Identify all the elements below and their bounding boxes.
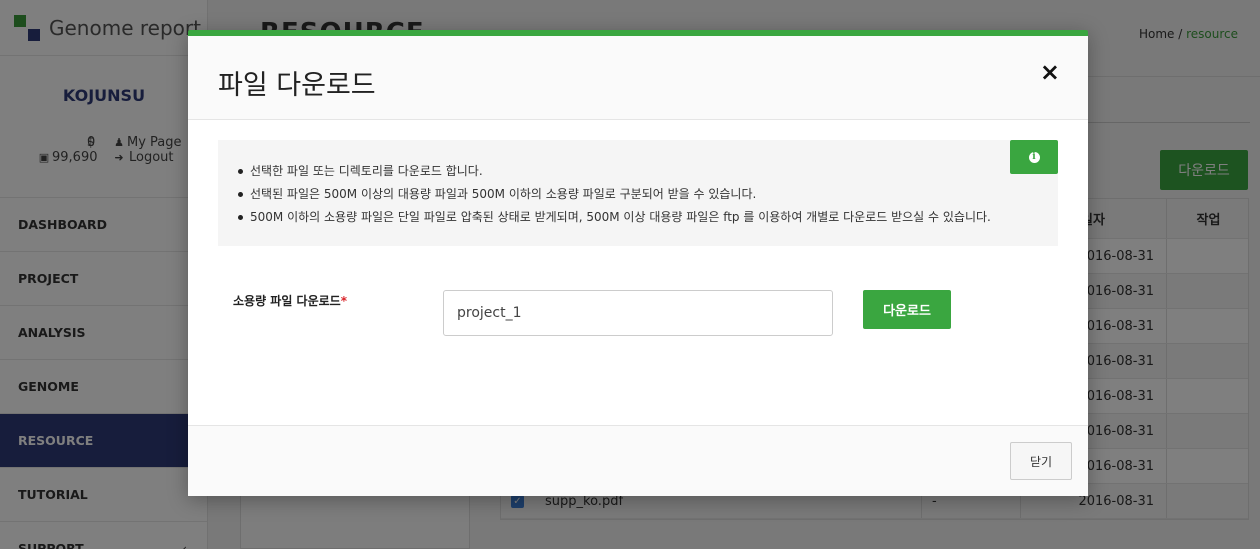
info-icon: i: [1028, 151, 1040, 163]
info-item: 선택된 파일은 500M 이상의 대용량 파일과 500M 이하의 소용량 파일…: [236, 183, 991, 206]
close-icon[interactable]: ×: [1040, 60, 1060, 84]
info-button[interactable]: i: [1010, 140, 1058, 174]
small-file-download-label: 소용량 파일 다운로드*: [233, 292, 347, 309]
modal-footer: 닫기: [188, 425, 1088, 496]
info-box: 선택한 파일 또는 디렉토리를 다운로드 합니다. 선택된 파일은 500M 이…: [218, 140, 1058, 246]
download-button[interactable]: 다운로드: [863, 290, 951, 329]
close-button[interactable]: 닫기: [1010, 442, 1072, 480]
info-item: 선택한 파일 또는 디렉토리를 다운로드 합니다.: [236, 160, 991, 183]
modal-header: 파일 다운로드 ×: [188, 36, 1088, 120]
download-modal: 파일 다운로드 × 선택한 파일 또는 디렉토리를 다운로드 합니다. 선택된 …: [188, 30, 1088, 496]
modal-title: 파일 다운로드: [218, 70, 376, 101]
info-list: 선택한 파일 또는 디렉토리를 다운로드 합니다. 선택된 파일은 500M 이…: [236, 160, 991, 229]
form-label-text: 소용량 파일 다운로드: [233, 294, 341, 308]
required-mark: *: [340, 294, 347, 308]
info-item: 500M 이하의 소용량 파일은 단일 파일로 압축된 상태로 받게되며, 50…: [236, 206, 991, 229]
file-name-input[interactable]: [443, 290, 833, 336]
